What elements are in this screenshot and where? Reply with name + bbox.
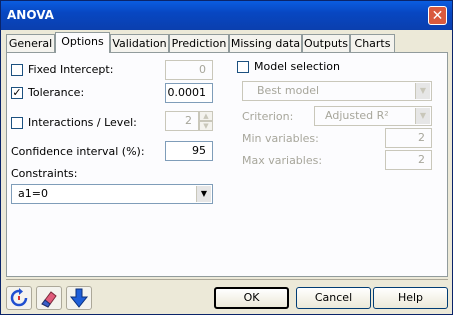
tolerance-checkbox[interactable]: ✓: [11, 87, 23, 99]
confidence-input[interactable]: 95: [165, 141, 213, 161]
footer-divider: [6, 279, 448, 280]
chevron-down-icon[interactable]: ▼: [415, 108, 430, 124]
spin-up-icon[interactable]: ▲: [199, 111, 213, 121]
eraser-icon: [41, 291, 57, 308]
tab-options[interactable]: Options: [55, 32, 110, 53]
constraints-label: Constraints:: [11, 167, 78, 180]
interactions-spinner[interactable]: ▲ ▼: [199, 111, 213, 131]
min-variables-input[interactable]: 2: [385, 128, 432, 148]
tab-outputs[interactable]: Outputs: [302, 34, 350, 52]
tolerance-input[interactable]: 0.0001: [165, 83, 213, 103]
window-title: ANOVA: [7, 8, 54, 22]
tab-prediction[interactable]: Prediction: [169, 34, 229, 52]
tab-general[interactable]: General: [6, 34, 55, 52]
interactions-label: Interactions / Level:: [28, 116, 137, 129]
down-arrow-icon: [69, 288, 89, 308]
close-button[interactable]: ✕: [428, 6, 447, 25]
tab-missing-data[interactable]: Missing data: [229, 34, 302, 52]
max-variables-label: Max variables:: [242, 154, 323, 167]
help-button[interactable]: Help: [373, 287, 448, 309]
anova-dialog: ANOVA ✕ General Options Validation Predi…: [0, 0, 453, 315]
options-panel: Fixed Intercept: 0 ✓ Tolerance: 0.0001 I…: [6, 52, 448, 277]
move-down-button[interactable]: [66, 286, 92, 310]
min-variables-label: Min variables:: [242, 132, 319, 145]
model-method-select[interactable]: Best model ▼: [242, 81, 432, 101]
tab-validation[interactable]: Validation: [110, 34, 169, 52]
model-selection-checkbox[interactable]: [237, 61, 249, 73]
chevron-down-icon[interactable]: ▼: [196, 186, 211, 202]
constraints-value: a1=0: [18, 187, 48, 200]
fixed-intercept-input[interactable]: 0: [165, 60, 213, 80]
chevron-down-icon[interactable]: ▼: [415, 83, 430, 99]
tab-charts[interactable]: Charts: [350, 34, 395, 52]
reset-button[interactable]: [6, 286, 32, 310]
max-variables-input[interactable]: 2: [385, 150, 432, 170]
criterion-label: Criterion:: [242, 110, 294, 123]
tolerance-label: Tolerance:: [28, 86, 85, 99]
fixed-intercept-label: Fixed Intercept:: [28, 63, 114, 76]
interactions-checkbox[interactable]: [11, 117, 23, 129]
clear-button[interactable]: [36, 286, 62, 310]
confidence-label: Confidence interval (%):: [11, 145, 145, 158]
ok-button[interactable]: OK: [214, 287, 289, 309]
reset-icon: [10, 288, 28, 307]
cancel-button[interactable]: Cancel: [296, 287, 371, 309]
constraints-select[interactable]: a1=0 ▼: [11, 184, 213, 204]
title-bar[interactable]: ANOVA ✕: [1, 1, 452, 30]
criterion-select[interactable]: Adjusted R² ▼: [314, 106, 432, 126]
interactions-level-input[interactable]: 2: [165, 111, 199, 131]
model-method-value: Best model: [257, 84, 320, 97]
model-selection-label: Model selection: [254, 60, 340, 73]
fixed-intercept-checkbox[interactable]: [11, 64, 23, 76]
criterion-value: Adjusted R²: [325, 109, 389, 122]
spin-down-icon[interactable]: ▼: [199, 121, 213, 131]
